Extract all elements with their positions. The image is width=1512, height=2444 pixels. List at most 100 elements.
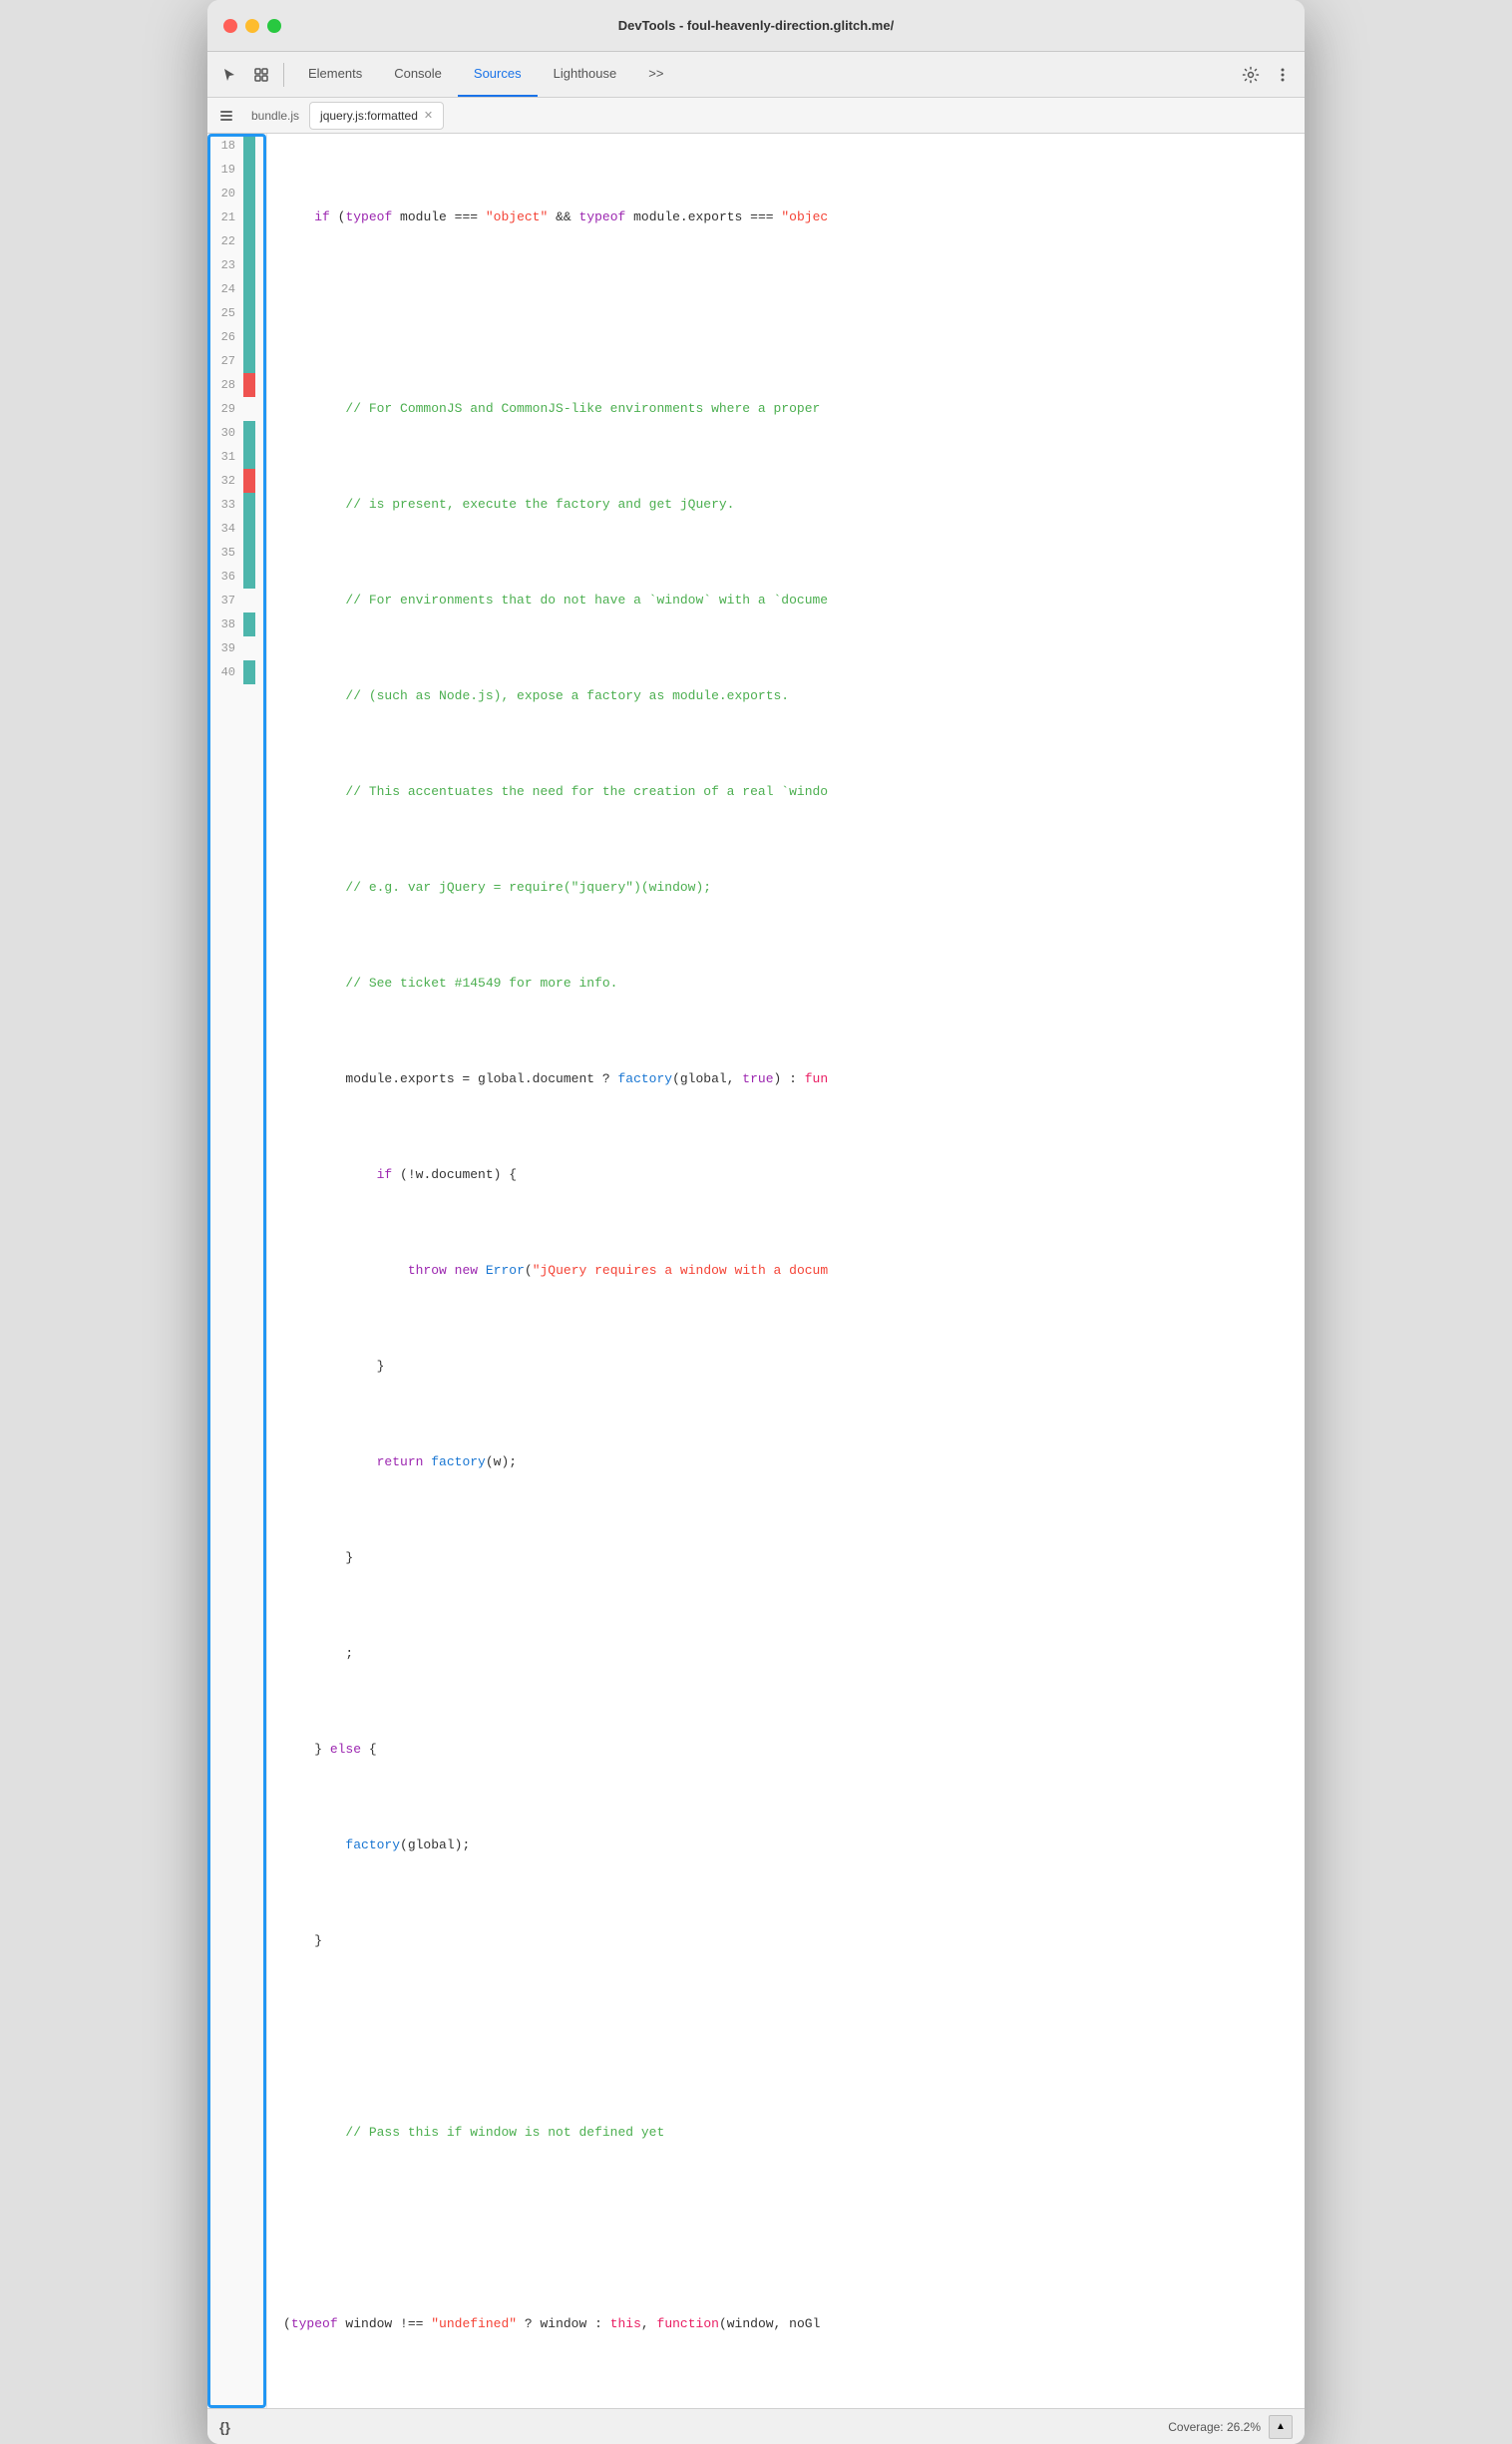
line-num-31: 31 bbox=[207, 445, 243, 469]
line-num-23: 23 bbox=[207, 253, 243, 277]
minimize-button[interactable] bbox=[245, 19, 259, 33]
line-num-21: 21 bbox=[207, 205, 243, 229]
code-line-27: module.exports = global.document ? facto… bbox=[283, 1067, 1305, 1091]
line-num-20: 20 bbox=[207, 182, 243, 205]
line-num-30: 30 bbox=[207, 421, 243, 445]
coverage-25 bbox=[243, 301, 255, 325]
more-options-icon[interactable] bbox=[1269, 61, 1297, 89]
cursor-icon[interactable] bbox=[215, 61, 243, 89]
inspect-icon[interactable] bbox=[247, 61, 275, 89]
code-line-28: if (!w.document) { bbox=[283, 1163, 1305, 1187]
scroll-up-button[interactable]: ▲ bbox=[1269, 2415, 1293, 2439]
code-line-26: // See ticket #14549 for more info. bbox=[283, 972, 1305, 996]
line-numbers: 18 19 20 21 bbox=[207, 134, 266, 684]
code-line-36: } bbox=[283, 1929, 1305, 1953]
format-braces-icon[interactable]: {} bbox=[219, 2419, 230, 2435]
line-row-22: 22 bbox=[207, 229, 266, 253]
coverage-38 bbox=[243, 612, 255, 636]
line-num-19: 19 bbox=[207, 158, 243, 182]
line-num-39: 39 bbox=[207, 636, 243, 660]
code-line-30: } bbox=[283, 1355, 1305, 1379]
line-num-29: 29 bbox=[207, 397, 243, 421]
line-row-25: 25 bbox=[207, 301, 266, 325]
code-lines: if (typeof module === "object" && typeof… bbox=[267, 134, 1305, 2408]
statusbar: {} Coverage: 26.2% ▲ bbox=[207, 2408, 1305, 2444]
coverage-24 bbox=[243, 277, 255, 301]
line-num-18: 18 bbox=[207, 134, 243, 158]
code-line-25: // e.g. var jQuery = require("jquery")(w… bbox=[283, 876, 1305, 900]
code-line-20: // For CommonJS and CommonJS-like enviro… bbox=[283, 397, 1305, 421]
coverage-22 bbox=[243, 229, 255, 253]
coverage-27 bbox=[243, 349, 255, 373]
line-row-24: 24 bbox=[207, 277, 266, 301]
tab-lighthouse[interactable]: Lighthouse bbox=[538, 52, 633, 97]
coverage-26 bbox=[243, 325, 255, 349]
code-line-19 bbox=[283, 301, 1305, 325]
code-line-32: } bbox=[283, 1546, 1305, 1570]
line-row-31: 31 bbox=[207, 445, 266, 469]
main-toolbar: Elements Console Sources Lighthouse >> bbox=[207, 52, 1305, 98]
coverage-29 bbox=[243, 397, 255, 421]
coverage-28 bbox=[243, 373, 255, 397]
line-row-33: 33 bbox=[207, 493, 266, 517]
close-tab-icon[interactable]: ✕ bbox=[424, 109, 433, 122]
coverage-35 bbox=[243, 541, 255, 565]
code-line-40: (typeof window !== "undefined" ? window … bbox=[283, 2312, 1305, 2336]
file-tab-bundle[interactable]: bundle.js bbox=[241, 102, 309, 130]
coverage-36 bbox=[243, 565, 255, 589]
line-row-29: 29 bbox=[207, 397, 266, 421]
tab-more[interactable]: >> bbox=[632, 52, 679, 97]
code-line-24: // This accentuates the need for the cre… bbox=[283, 780, 1305, 804]
coverage-23 bbox=[243, 253, 255, 277]
line-num-22: 22 bbox=[207, 229, 243, 253]
nav-tabs: Elements Console Sources Lighthouse >> bbox=[292, 52, 1233, 97]
code-line-22: // For environments that do not have a `… bbox=[283, 589, 1305, 612]
coverage-40 bbox=[243, 660, 255, 684]
code-line-37 bbox=[283, 2025, 1305, 2049]
window-title: DevTools - foul-heavenly-direction.glitc… bbox=[618, 18, 894, 33]
devtools-window: DevTools - foul-heavenly-direction.glitc… bbox=[207, 0, 1305, 2444]
code-line-39 bbox=[283, 2217, 1305, 2240]
line-row-18: 18 bbox=[207, 134, 266, 158]
line-row-30: 30 bbox=[207, 421, 266, 445]
line-row-36: 36 bbox=[207, 565, 266, 589]
coverage-37 bbox=[243, 589, 255, 612]
code-line-33: ; bbox=[283, 1642, 1305, 1666]
line-num-25: 25 bbox=[207, 301, 243, 325]
line-num-35: 35 bbox=[207, 541, 243, 565]
coverage-30 bbox=[243, 421, 255, 445]
line-num-24: 24 bbox=[207, 277, 243, 301]
coverage-18 bbox=[243, 134, 255, 158]
line-num-37: 37 bbox=[207, 589, 243, 612]
code-line-34: } else { bbox=[283, 1738, 1305, 1762]
maximize-button[interactable] bbox=[267, 19, 281, 33]
tab-console[interactable]: Console bbox=[378, 52, 458, 97]
line-num-33: 33 bbox=[207, 493, 243, 517]
line-num-32: 32 bbox=[207, 469, 243, 493]
coverage-39 bbox=[243, 636, 255, 660]
coverage-20 bbox=[243, 182, 255, 205]
line-row-23: 23 bbox=[207, 253, 266, 277]
line-row-34: 34 bbox=[207, 517, 266, 541]
titlebar: DevTools - foul-heavenly-direction.glitc… bbox=[207, 0, 1305, 52]
coverage-21 bbox=[243, 205, 255, 229]
line-row-32: 32 bbox=[207, 469, 266, 493]
code-line-23: // (such as Node.js), expose a factory a… bbox=[283, 684, 1305, 708]
toolbar-separator bbox=[283, 63, 284, 87]
settings-icon[interactable] bbox=[1237, 61, 1265, 89]
line-row-40: 40 bbox=[207, 660, 266, 684]
line-num-28: 28 bbox=[207, 373, 243, 397]
line-num-36: 36 bbox=[207, 565, 243, 589]
line-row-20: 20 bbox=[207, 182, 266, 205]
tab-sources[interactable]: Sources bbox=[458, 52, 538, 97]
line-num-38: 38 bbox=[207, 612, 243, 636]
coverage-label: Coverage: 26.2% bbox=[1168, 2420, 1261, 2434]
file-tab-jquery[interactable]: jquery.js:formatted ✕ bbox=[309, 102, 444, 130]
close-button[interactable] bbox=[223, 19, 237, 33]
tab-elements[interactable]: Elements bbox=[292, 52, 378, 97]
code-line-18: if (typeof module === "object" && typeof… bbox=[283, 205, 1305, 229]
code-line-35: factory(global); bbox=[283, 1833, 1305, 1857]
navigator-toggle[interactable] bbox=[211, 102, 241, 130]
line-row-19: 19 bbox=[207, 158, 266, 182]
coverage-34 bbox=[243, 517, 255, 541]
